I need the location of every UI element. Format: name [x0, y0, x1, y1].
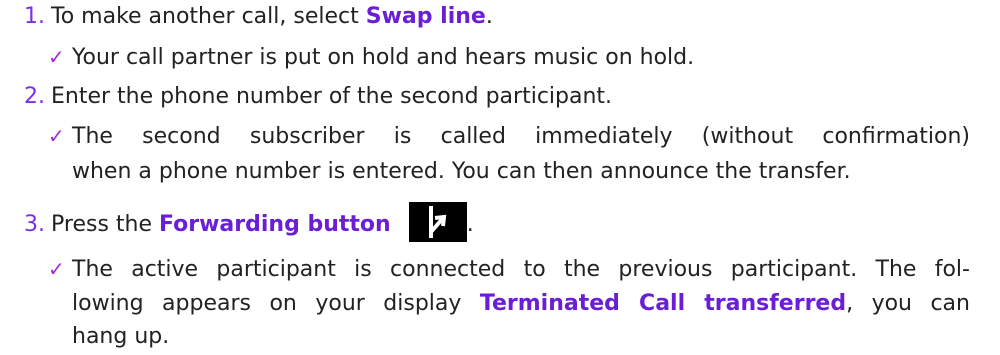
- step-text: Press the: [51, 212, 159, 237]
- step-number: 3.: [24, 212, 45, 237]
- step-3: 3. Press the Forwarding button .: [24, 202, 474, 245]
- step-number: 1.: [24, 4, 45, 29]
- step-3-result-line-2: lowing appears on your display Terminate…: [72, 291, 970, 316]
- forward-arrow-icon: [408, 202, 467, 242]
- instruction-document: 1. To make another call, select Swap line…: [0, 0, 1000, 355]
- step-1: 1. To make another call, select Swap line…: [24, 4, 493, 29]
- step-text: To make another call, select: [51, 4, 366, 29]
- check-icon: ✓: [48, 124, 65, 148]
- step-2: 2. Enter the phone number of the second p…: [24, 82, 612, 112]
- step-2-result-line-2: when a phone number is entered. You can …: [72, 159, 851, 184]
- step-3-result-line-1: The active participant is connected to t…: [72, 257, 970, 282]
- check-icon: ✓: [48, 257, 65, 281]
- step-number: 2.: [24, 84, 45, 109]
- step-1-result: Your call partner is put on hold and hea…: [72, 45, 695, 70]
- step-2-result-line-1: The second subscriber is called immediat…: [72, 124, 970, 149]
- forwarding-button-label: Forwarding button: [159, 212, 391, 237]
- swap-line-label: Swap line: [365, 4, 486, 29]
- step-text: Enter the phone number of the second par…: [51, 84, 613, 109]
- terminated-call-transferred-label: Terminated Call transferred: [479, 291, 847, 316]
- step-3-result-line-3: hang up.: [72, 324, 170, 349]
- check-icon: ✓: [48, 45, 65, 69]
